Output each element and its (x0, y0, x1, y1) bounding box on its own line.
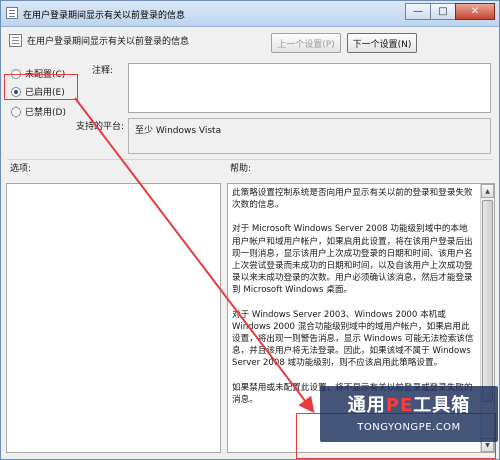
help-label: 帮助: (230, 164, 252, 174)
scroll-up-arrow-icon[interactable]: ▲ (481, 184, 494, 198)
notes-textarea[interactable] (128, 63, 491, 113)
options-label: 选项: (10, 164, 32, 174)
radio-disabled-dot[interactable] (11, 106, 21, 117)
scroll-thumb[interactable] (482, 200, 493, 402)
policy-setting-icon (9, 34, 22, 47)
maximize-button[interactable]: □ (430, 3, 456, 20)
platform-box: 至少 Windows Vista (128, 118, 491, 154)
site-watermark-logo: 通用PE工具箱 TONGYONGPE.COM (320, 386, 498, 442)
minimize-button[interactable]: — (405, 3, 431, 20)
help-paragraph: 对于 Windows Server 2003、Windows 2000 本机或 … (232, 309, 474, 369)
policy-header: 在用户登录期间显示有关以前登录的信息 上一个设置(P) 下一个设置(N) (1, 28, 499, 56)
previous-setting-button[interactable]: 上一个设置(P) (271, 33, 341, 53)
enabled-highlight-box (4, 74, 78, 100)
watermark-title: 通用PE工具箱 (347, 395, 471, 416)
next-setting-button[interactable]: 下一个设置(N) (347, 33, 417, 53)
caption-buttons: — □ ✕ (405, 3, 495, 20)
policy-title: 在用户登录期间显示有关以前登录的信息 (27, 37, 190, 47)
policy-document-icon (6, 7, 18, 19)
help-paragraph: 此策略设置控制系统是否向用户显示有关以前的登录和登录失败次数的信息。 (232, 188, 473, 211)
help-text: 此策略设置控制系统是否向用户显示有关以前的登录和登录失败次数的信息。 对于 Mi… (232, 187, 476, 418)
section-divider (7, 159, 493, 160)
platform-label: 支持的平台: (76, 122, 125, 132)
notes-label: 注释: (92, 66, 114, 76)
close-button[interactable]: ✕ (455, 3, 495, 20)
help-paragraph: 对于 Microsoft Windows Server 2008 功能级别域中的… (232, 224, 473, 296)
radio-disabled-label: 已禁用(D) (25, 108, 66, 118)
title-bar: 在用户登录期间显示有关以前登录的信息 — □ ✕ (1, 1, 499, 27)
window-title: 在用户登录期间显示有关以前登录的信息 (23, 11, 186, 21)
watermark-subtitle: TONGYONGPE.COM (357, 422, 461, 433)
platform-value: 至少 Windows Vista (135, 126, 222, 136)
radio-disabled[interactable]: 已禁用(D) (11, 105, 66, 118)
options-panel (6, 183, 221, 453)
